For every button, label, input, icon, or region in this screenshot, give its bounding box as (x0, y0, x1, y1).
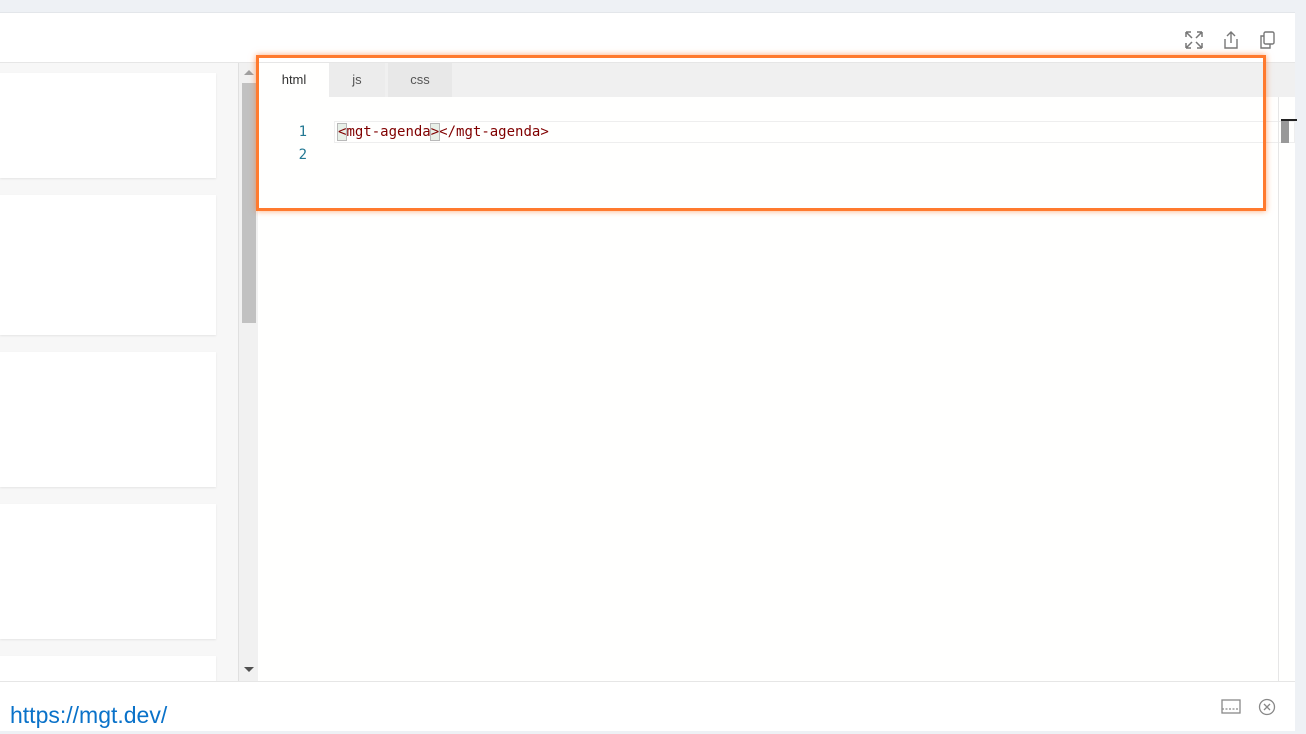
preview-card (0, 195, 216, 335)
tab-css[interactable]: css (388, 63, 452, 97)
mgt-link[interactable]: https://mgt.dev/ (10, 702, 167, 729)
preview-pane (0, 63, 238, 681)
preview-scrollbar[interactable] (238, 63, 258, 681)
tab-js[interactable]: js (329, 63, 385, 97)
preview-card (0, 504, 216, 639)
share-icon[interactable] (1221, 30, 1241, 50)
editor-scrollbar[interactable] (1278, 97, 1297, 681)
scroll-down-icon[interactable] (244, 667, 254, 672)
scrollbar-thumb[interactable] (242, 83, 256, 323)
preview-card (0, 352, 216, 487)
preview-card (0, 73, 216, 178)
copy-icon[interactable] (1257, 30, 1277, 50)
code-text[interactable]: <mgt-agenda></mgt-agenda> (336, 121, 549, 143)
close-circle-icon[interactable] (1258, 698, 1276, 716)
code-line[interactable]: 1 <mgt-agenda></mgt-agenda> (259, 121, 1295, 143)
code-editor[interactable]: html js css 1 <mgt-agenda></mgt-agenda> … (259, 63, 1297, 681)
code-line[interactable]: 2 (259, 144, 1295, 166)
line-number: 1 (298, 124, 307, 140)
panel-icon[interactable] (1221, 699, 1241, 715)
scrollbar-thumb[interactable] (1281, 119, 1289, 143)
tag-name: mgt-agenda (346, 124, 431, 140)
closing-tag: </mgt-agenda> (439, 124, 549, 140)
scroll-up-icon[interactable] (244, 70, 254, 75)
tab-html[interactable]: html (259, 63, 329, 97)
line-number: 2 (298, 147, 307, 163)
preview-card (0, 656, 216, 681)
toolbar (0, 13, 1295, 63)
cursor-marker (1281, 119, 1297, 121)
fullscreen-icon[interactable] (1184, 30, 1204, 50)
bracket-close: > (429, 123, 441, 141)
editor-tabs: html js css (259, 63, 1295, 97)
footer: https://mgt.dev/ (0, 681, 1295, 731)
playground-panel: html js css 1 <mgt-agenda></mgt-agenda> … (0, 12, 1297, 731)
